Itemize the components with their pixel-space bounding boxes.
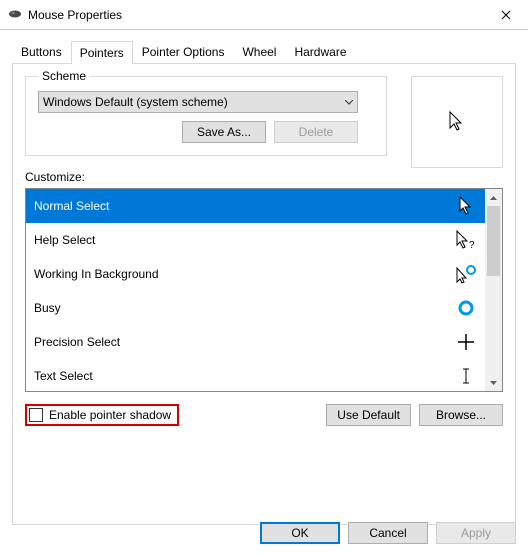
cursor-help-icon: ? <box>455 230 477 250</box>
tab-buttons[interactable]: Buttons <box>12 40 71 63</box>
cursor-text-icon <box>455 367 477 385</box>
use-default-button[interactable]: Use Default <box>326 404 411 426</box>
cursor-listbox[interactable]: Normal Select Help Select ? Working In B… <box>25 188 503 392</box>
list-item-text-select[interactable]: Text Select <box>26 359 485 391</box>
cancel-button[interactable]: Cancel <box>348 522 428 544</box>
scroll-up-button[interactable] <box>485 189 502 206</box>
delete-button: Delete <box>274 121 358 143</box>
window-title: Mouse Properties <box>28 8 483 22</box>
list-item-label: Help Select <box>34 233 95 247</box>
cursor-busy-icon <box>455 299 477 317</box>
enable-pointer-shadow-checkbox[interactable]: Enable pointer shadow <box>25 404 179 426</box>
scheme-select[interactable]: Windows Default (system scheme) <box>38 91 358 113</box>
scheme-legend: Scheme <box>38 69 90 83</box>
browse-button[interactable]: Browse... <box>419 404 503 426</box>
list-item-busy[interactable]: Busy <box>26 291 485 325</box>
list-item-help-select[interactable]: Help Select ? <box>26 223 485 257</box>
list-item-normal-select[interactable]: Normal Select <box>26 189 485 223</box>
close-button[interactable] <box>483 0 528 30</box>
dialog-footer: OK Cancel Apply <box>260 522 516 544</box>
svg-text:?: ? <box>469 240 475 250</box>
chevron-down-icon <box>345 97 353 108</box>
list-item-precision-select[interactable]: Precision Select <box>26 325 485 359</box>
scroll-track[interactable] <box>485 206 502 374</box>
checkbox-label: Enable pointer shadow <box>49 408 171 422</box>
tab-hardware[interactable]: Hardware <box>285 40 355 63</box>
list-item-label: Precision Select <box>34 335 120 349</box>
cursor-arrow-icon <box>447 110 467 134</box>
checkbox-box <box>29 408 43 422</box>
scheme-fieldset: Scheme Windows Default (system scheme) S… <box>25 76 387 156</box>
tab-pointer-options[interactable]: Pointer Options <box>133 40 234 63</box>
list-item-label: Normal Select <box>34 199 109 213</box>
cursor-preview <box>411 76 503 168</box>
cursor-working-icon <box>455 264 477 284</box>
close-icon <box>501 10 511 20</box>
apply-button: Apply <box>436 522 516 544</box>
cursor-arrow-white-icon <box>455 196 477 216</box>
list-item-label: Busy <box>34 301 61 315</box>
tab-strip: Buttons Pointers Pointer Options Wheel H… <box>0 30 528 63</box>
list-item-working-background[interactable]: Working In Background <box>26 257 485 291</box>
list-item-label: Working In Background <box>34 267 159 281</box>
customize-label: Customize: <box>25 170 503 184</box>
tab-body: Scheme Windows Default (system scheme) S… <box>12 63 516 525</box>
mouse-icon <box>8 6 22 24</box>
tab-pointers[interactable]: Pointers <box>71 41 133 64</box>
scrollbar[interactable] <box>485 189 502 391</box>
scroll-thumb[interactable] <box>487 206 500 276</box>
list-item-label: Text Select <box>34 369 93 383</box>
save-as-button[interactable]: Save As... <box>182 121 266 143</box>
scroll-down-button[interactable] <box>485 374 502 391</box>
tab-wheel[interactable]: Wheel <box>233 40 285 63</box>
cursor-precision-icon <box>455 333 477 351</box>
titlebar: Mouse Properties <box>0 0 528 30</box>
ok-button[interactable]: OK <box>260 522 340 544</box>
scheme-selected-value: Windows Default (system scheme) <box>43 95 228 109</box>
